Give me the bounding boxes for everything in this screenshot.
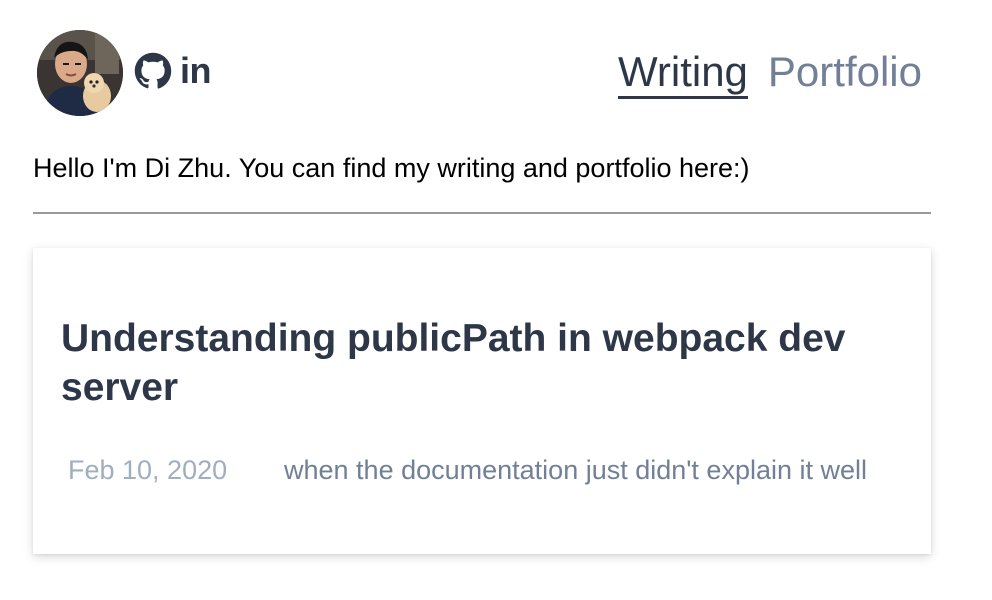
divider	[33, 212, 931, 214]
linkedin-icon[interactable]: in	[180, 52, 212, 90]
avatar-photo	[37, 30, 123, 116]
site-header: in Writing Portfolio	[37, 28, 922, 118]
main-nav: Writing Portfolio	[618, 48, 922, 99]
post-card[interactable]: Understanding publicPath in webpack dev …	[33, 248, 931, 554]
nav-link-portfolio[interactable]: Portfolio	[768, 48, 922, 99]
post-date: Feb 10, 2020	[68, 455, 228, 485]
nav-link-writing[interactable]: Writing	[618, 48, 748, 99]
intro-text: Hello I'm Di Zhu. You can find my writin…	[33, 153, 750, 183]
post-title[interactable]: Understanding publicPath in webpack dev …	[61, 314, 901, 412]
social-links: in	[134, 52, 212, 90]
avatar	[37, 30, 123, 116]
page: in Writing Portfolio Hello I'm Di Zhu. Y…	[0, 0, 992, 600]
github-icon[interactable]	[134, 52, 172, 90]
post-description: when the documentation just didn't expla…	[284, 455, 868, 485]
